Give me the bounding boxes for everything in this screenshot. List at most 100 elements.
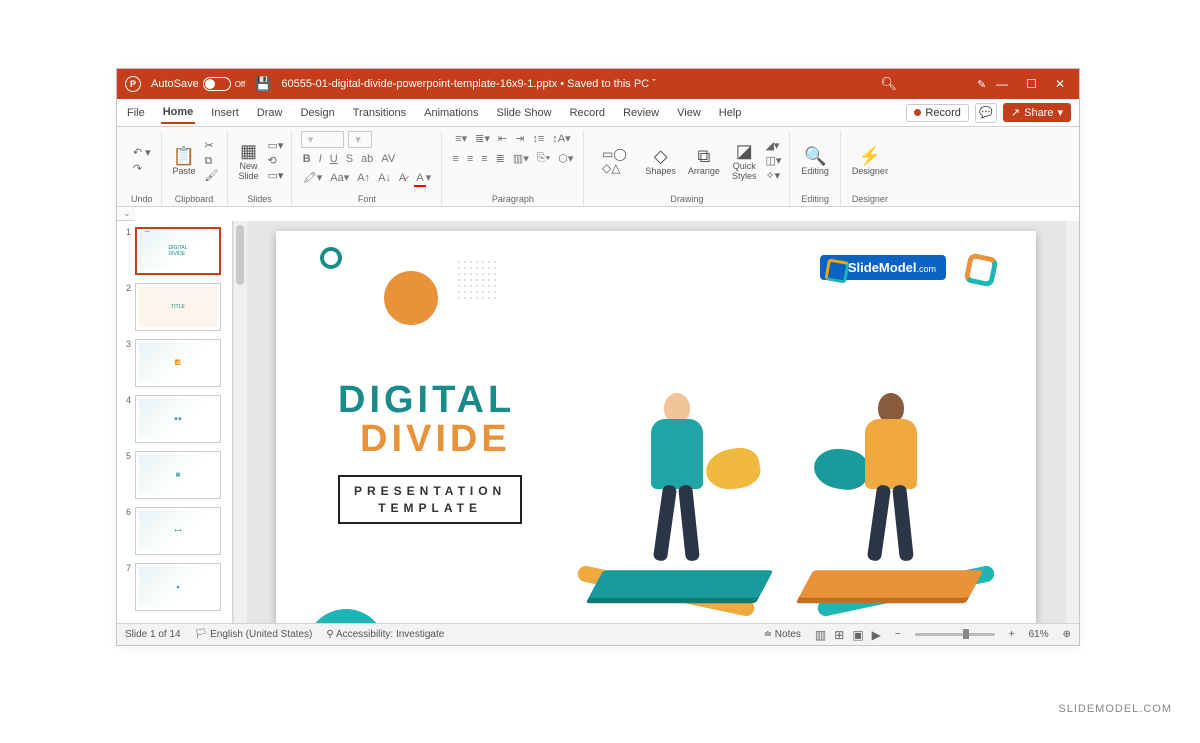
accessibility-status[interactable]: ⚲ Accessibility: Investigate bbox=[326, 629, 444, 640]
justify-button[interactable]: ≣ bbox=[494, 151, 507, 166]
smartart-button[interactable]: ⬡▾ bbox=[556, 151, 575, 166]
share-button[interactable]: ↗Share▾ bbox=[1003, 103, 1071, 122]
thumbnail-scrollbar[interactable] bbox=[233, 221, 247, 623]
autosave-toggle[interactable]: AutoSave Off bbox=[151, 77, 245, 91]
normal-view-button[interactable]: ▥ bbox=[815, 628, 826, 642]
designer-button[interactable]: ⚡Designer bbox=[849, 145, 891, 178]
font-family-select[interactable]: ▾ bbox=[301, 131, 345, 148]
strike-button[interactable]: S bbox=[344, 152, 355, 166]
tab-design[interactable]: Design bbox=[298, 103, 336, 123]
tab-review[interactable]: Review bbox=[621, 103, 661, 123]
tab-home[interactable]: Home bbox=[161, 102, 196, 124]
arrange-button[interactable]: ⧉Arrange bbox=[685, 145, 723, 178]
slide-thumbnail-1[interactable]: DIGITALDIVIDE bbox=[135, 227, 221, 275]
tab-help[interactable]: Help bbox=[717, 103, 744, 123]
tab-slideshow[interactable]: Slide Show bbox=[495, 103, 554, 123]
columns-button[interactable]: ▥▾ bbox=[511, 151, 531, 166]
pen-icon[interactable]: ✎ bbox=[977, 78, 986, 91]
tab-insert[interactable]: Insert bbox=[209, 103, 241, 123]
undo-icon[interactable]: ↶ ▾ bbox=[133, 147, 151, 160]
align-left-button[interactable]: ≡ bbox=[450, 152, 460, 166]
slide-position[interactable]: Slide 1 of 14 bbox=[125, 629, 181, 640]
canvas-scrollbar[interactable] bbox=[1065, 221, 1079, 623]
slide-title-block[interactable]: DIGITAL DIVIDE PRESENTATIONTEMPLATE bbox=[338, 381, 522, 524]
shadow-button[interactable]: ab bbox=[359, 152, 375, 166]
italic-button[interactable]: I bbox=[317, 152, 324, 166]
slide-thumbnail-7[interactable]: ▲ bbox=[135, 563, 221, 611]
new-slide-button[interactable]: ▦New Slide bbox=[236, 140, 262, 183]
slide-thumbnail-5[interactable]: ▦ bbox=[135, 451, 221, 499]
case-button[interactable]: Aa▾ bbox=[328, 170, 351, 185]
thumb-num-1: 1 bbox=[121, 227, 131, 237]
align-right-button[interactable]: ≡ bbox=[479, 152, 489, 166]
tab-record[interactable]: Record bbox=[568, 103, 607, 123]
comments-button[interactable]: 💬 bbox=[975, 103, 997, 123]
close-button[interactable]: ✕ bbox=[1055, 77, 1065, 91]
clear-format-button[interactable]: A̷ bbox=[397, 171, 408, 185]
zoom-out-button[interactable]: − bbox=[895, 629, 901, 640]
record-button[interactable]: Record bbox=[906, 104, 968, 122]
tab-transitions[interactable]: Transitions bbox=[351, 103, 408, 123]
layout-icon[interactable]: ▭▾ bbox=[268, 140, 284, 153]
bullets-button[interactable]: ≡▾ bbox=[453, 131, 469, 146]
quick-styles-button[interactable]: ◪Quick Styles bbox=[729, 140, 760, 183]
shape-outline-button[interactable]: ◫▾ bbox=[765, 155, 781, 168]
text-direction-button[interactable]: ↕A▾ bbox=[550, 131, 572, 146]
slide-thumbnail-4[interactable]: ◈◈ bbox=[135, 395, 221, 443]
tab-animations[interactable]: Animations bbox=[422, 103, 480, 123]
section-icon[interactable]: ▭▾ bbox=[268, 170, 284, 183]
indent-inc-button[interactable]: ⇥ bbox=[513, 131, 526, 146]
tab-draw[interactable]: Draw bbox=[255, 103, 285, 123]
fit-window-button[interactable]: ⊕ bbox=[1063, 629, 1071, 640]
indent-dec-button[interactable]: ⇤ bbox=[496, 131, 509, 146]
font-color-button[interactable]: A▾ bbox=[412, 170, 433, 185]
save-icon[interactable]: 💾 bbox=[255, 76, 271, 92]
slideshow-view-button[interactable]: ▶ bbox=[872, 628, 881, 642]
font-size-select[interactable]: ▾ bbox=[348, 131, 372, 148]
zoom-slider[interactable] bbox=[915, 633, 995, 636]
notes-button[interactable]: ≐ Notes bbox=[764, 629, 801, 640]
underline-button[interactable]: U bbox=[328, 152, 340, 166]
search-icon[interactable]: 🔍︎ bbox=[880, 76, 897, 92]
maximize-button[interactable]: ☐ bbox=[1026, 77, 1037, 91]
spacing-button[interactable]: AV bbox=[379, 152, 397, 166]
slide-thumbnail-3[interactable]: 📶 bbox=[135, 339, 221, 387]
slide-thumbnail-6[interactable]: ⟷ bbox=[135, 507, 221, 555]
tab-view[interactable]: View bbox=[675, 103, 703, 123]
shapes-button[interactable]: ◇Shapes bbox=[642, 145, 679, 178]
zoom-level[interactable]: 61% bbox=[1029, 629, 1049, 640]
reading-view-button[interactable]: ▣ bbox=[852, 628, 863, 642]
bold-button[interactable]: B bbox=[301, 152, 313, 166]
editing-button[interactable]: 🔍Editing bbox=[798, 145, 832, 178]
cut-icon[interactable]: ✂ bbox=[205, 140, 219, 153]
slide-thumbnails-panel[interactable]: 1DIGITALDIVIDE 2TITLE 3📶 4◈◈ 5▦ 6⟷ 7▲ bbox=[117, 221, 233, 623]
ribbon-collapse-button[interactable]: ⌄ bbox=[117, 207, 135, 221]
tab-file[interactable]: File bbox=[125, 103, 147, 123]
redo-icon[interactable]: ↷ bbox=[133, 163, 151, 176]
font-grow-button[interactable]: A↑ bbox=[355, 171, 372, 185]
shapes-gallery[interactable]: ▭◯◇△ bbox=[592, 146, 636, 176]
reset-icon[interactable]: ⟲ bbox=[268, 155, 284, 168]
font-shrink-button[interactable]: A↓ bbox=[376, 171, 393, 185]
align-center-button[interactable]: ≡ bbox=[465, 152, 475, 166]
format-painter-icon[interactable]: 🖌 bbox=[205, 170, 219, 183]
document-title[interactable]: 60555-01-digital-divide-powerpoint-templ… bbox=[281, 78, 655, 90]
chevron-down-icon[interactable]: ˇ bbox=[652, 78, 656, 90]
copy-icon[interactable]: ⧉ bbox=[205, 155, 219, 168]
highlight-button[interactable]: 🖍▾ bbox=[301, 170, 325, 185]
sorter-view-button[interactable]: ⊞ bbox=[834, 628, 844, 642]
minimize-button[interactable]: — bbox=[996, 77, 1008, 91]
slide-thumbnail-2[interactable]: TITLE bbox=[135, 283, 221, 331]
toggle-switch-icon[interactable] bbox=[203, 77, 231, 91]
numbering-button[interactable]: ≣▾ bbox=[473, 131, 492, 146]
line-spacing-button[interactable]: ↕≡ bbox=[530, 132, 546, 146]
chevron-down-icon[interactable]: ▾ bbox=[1057, 106, 1063, 119]
align-text-button[interactable]: ⎘▾ bbox=[535, 151, 552, 166]
slide-canvas[interactable]: SlideModel.com DIGITAL DIVIDE PRESENTATI… bbox=[276, 231, 1036, 623]
shape-effects-button[interactable]: ✧▾ bbox=[765, 170, 781, 183]
shape-fill-button[interactable]: ◢▾ bbox=[765, 140, 781, 153]
paste-button[interactable]: 📋Paste bbox=[170, 145, 199, 178]
language-status[interactable]: 🏳 English (United States) bbox=[195, 629, 313, 640]
zoom-in-button[interactable]: + bbox=[1009, 629, 1015, 640]
slide-canvas-area[interactable]: SlideModel.com DIGITAL DIVIDE PRESENTATI… bbox=[247, 221, 1065, 623]
